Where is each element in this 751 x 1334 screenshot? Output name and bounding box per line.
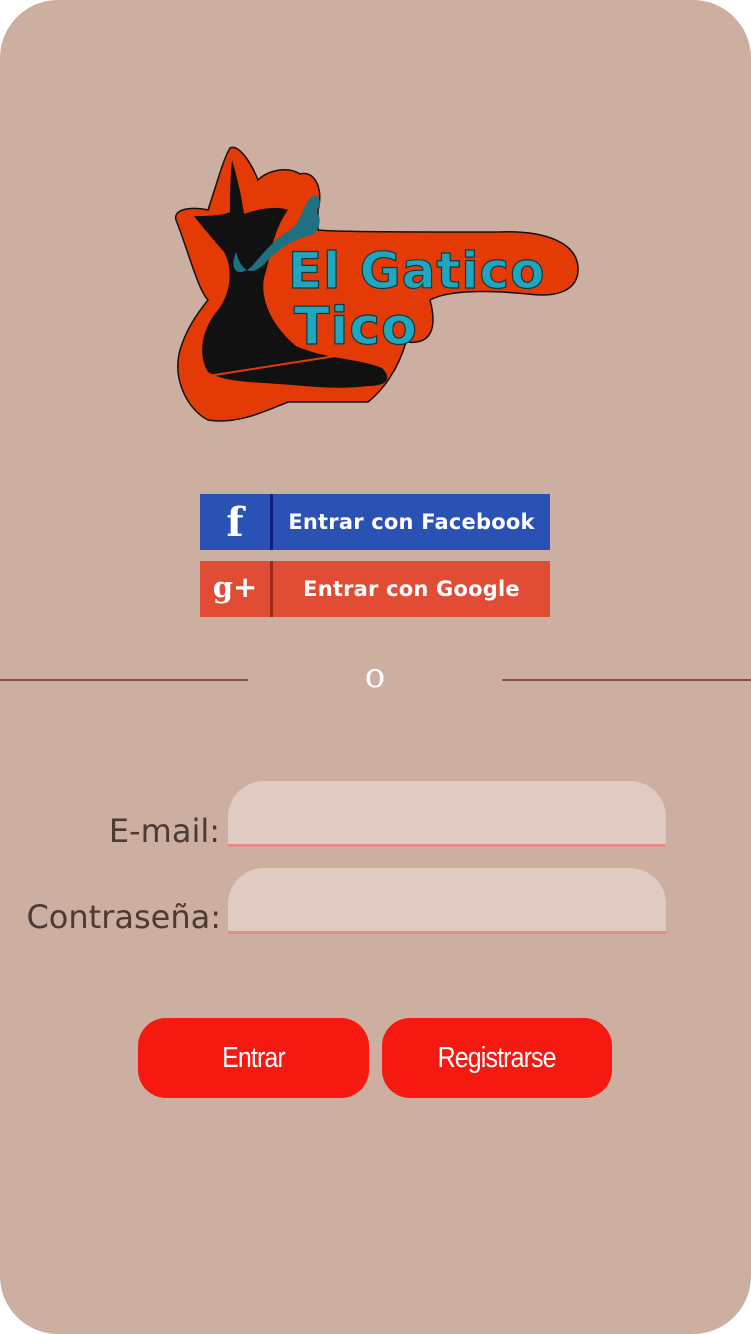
divider-right-line	[502, 679, 751, 681]
google-plus-icon: g+	[200, 561, 273, 617]
facebook-login-label: Entrar con Facebook	[288, 510, 535, 534]
logo-text-line2: Tico	[294, 297, 418, 357]
email-input[interactable]	[228, 781, 666, 847]
password-label: Contraseña:	[26, 898, 221, 936]
divider-or-text: o	[364, 656, 386, 696]
email-label: E-mail:	[108, 812, 220, 850]
register-button-label: Registrarse	[437, 1041, 557, 1074]
register-button[interactable]: Registrarse	[382, 1018, 612, 1098]
facebook-icon: f	[200, 494, 273, 550]
google-login-label: Entrar con Google	[303, 577, 520, 601]
logo-text-line1: El Gatico	[288, 242, 546, 300]
google-login-button[interactable]: g+ Entrar con Google	[200, 561, 550, 617]
password-input[interactable]	[228, 868, 666, 934]
login-button-label: Entrar	[222, 1041, 286, 1074]
login-screen: El Gatico Tico f Entrar con Facebook g+ …	[0, 0, 751, 1334]
el-gatico-tico-logo: El Gatico Tico	[174, 146, 579, 422]
divider-left-line	[0, 679, 248, 681]
login-button[interactable]: Entrar	[138, 1018, 369, 1098]
facebook-login-button[interactable]: f Entrar con Facebook	[200, 494, 550, 550]
